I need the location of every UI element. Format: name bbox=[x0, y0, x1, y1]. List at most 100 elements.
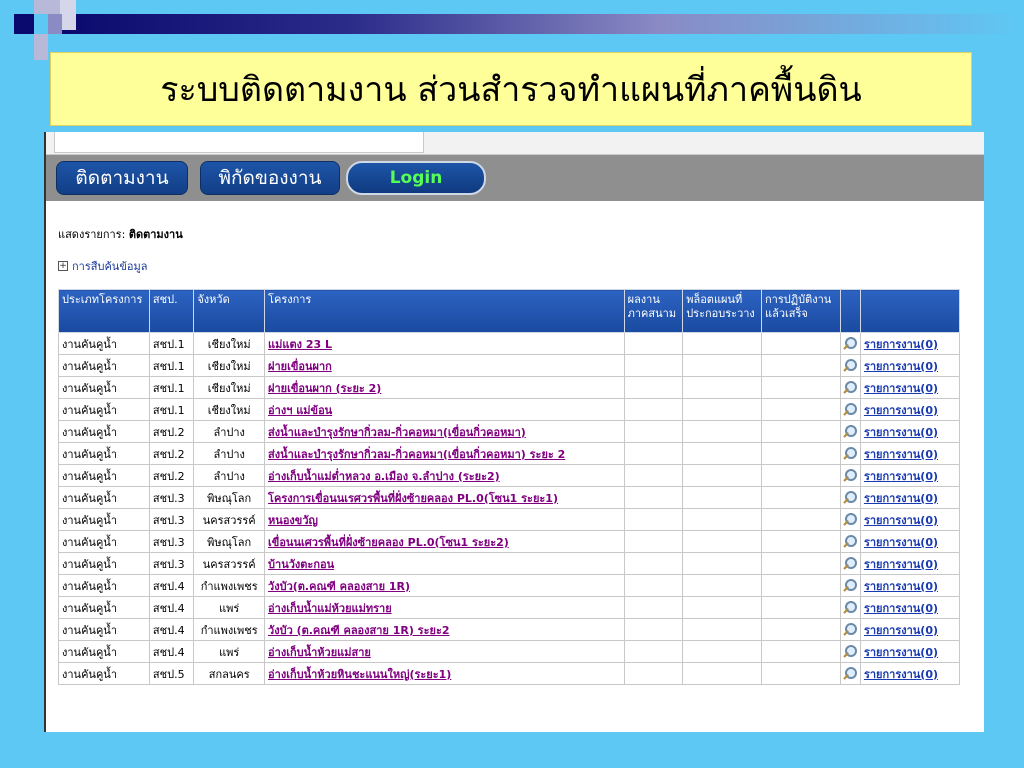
cell-project: อ่างเก็บน้ำแม่ห้วยแม่ทราย bbox=[264, 596, 625, 619]
cell-province: ลำปาง bbox=[193, 420, 266, 443]
magnifier-icon[interactable] bbox=[843, 666, 858, 681]
project-link[interactable]: อ่างเก็บน้ำแม่ต่ำหลวง อ.เมือง จ.ลำปาง (ร… bbox=[268, 470, 500, 483]
magnifier-icon[interactable] bbox=[843, 644, 858, 659]
report-link[interactable]: รายการงาน(0) bbox=[864, 338, 938, 351]
cell-report: รายการงาน(0) bbox=[859, 574, 961, 597]
project-link[interactable]: อ่างเก็บน้ำห้วยแม่สาย bbox=[268, 646, 371, 659]
project-link[interactable]: อ่างเก็บน้ำแม่ห้วยแม่ทราย bbox=[268, 602, 392, 615]
decor-square bbox=[34, 34, 48, 60]
cell-project: บ้านวังตะกอน bbox=[264, 552, 625, 575]
cell-plot bbox=[682, 376, 762, 399]
magnifier-icon[interactable] bbox=[843, 578, 858, 593]
project-table: ประเภทโครงการ สชป. จังหวัด โครงการ ผลงาน… bbox=[58, 289, 961, 685]
col-header-done[interactable]: การปฏิบัติงาน แล้วเสร็จ bbox=[760, 289, 841, 333]
project-link[interactable]: หนองขวัญ bbox=[268, 514, 318, 527]
col-header-field[interactable]: ผลงาน ภาคสนาม bbox=[623, 289, 684, 333]
project-link[interactable]: วังบัว(ต.คณฑี คลองสาย 1R) bbox=[268, 580, 410, 593]
slide-title-box: ระบบติดตามงาน ส่วนสำรวจทำแผนที่ภาคพื้นดิ… bbox=[50, 52, 972, 126]
magnifier-icon[interactable] bbox=[843, 512, 858, 527]
magnifier-icon[interactable] bbox=[843, 534, 858, 549]
report-link[interactable]: รายการงาน(0) bbox=[864, 558, 938, 571]
col-header-office[interactable]: สชป. bbox=[148, 289, 195, 333]
cell-field bbox=[623, 640, 684, 663]
project-link[interactable]: แม่แตง 23 L bbox=[268, 338, 332, 351]
cell-report: รายการงาน(0) bbox=[859, 354, 961, 377]
table-row: งานคันคูน้ำ สชป.2 ลำปาง อ่างเก็บน้ำแม่ต่ำหล… bbox=[58, 464, 961, 487]
cell-view bbox=[839, 596, 861, 619]
expand-plus-icon[interactable]: + bbox=[58, 261, 68, 271]
project-link[interactable]: วังบัว (ต.คณฑี คลองสาย 1R) ระยะ2 bbox=[268, 624, 449, 637]
project-link[interactable]: โครงการเขื่อนนเรศวรพื้นที่ฝั่งซ้ายคลอง P… bbox=[268, 492, 558, 505]
report-link[interactable]: รายการงาน(0) bbox=[864, 492, 938, 505]
col-header-plot[interactable]: พล็อตแผนที่ ประกอบระวาง bbox=[682, 289, 762, 333]
report-link[interactable]: รายการงาน(0) bbox=[864, 470, 938, 483]
project-link[interactable]: ฝายเขื่อนผาก bbox=[268, 360, 332, 373]
cell-report: รายการงาน(0) bbox=[859, 486, 961, 509]
cell-field bbox=[623, 420, 684, 443]
report-link[interactable]: รายการงาน(0) bbox=[864, 426, 938, 439]
cell-report: รายการงาน(0) bbox=[859, 508, 961, 531]
report-link[interactable]: รายการงาน(0) bbox=[864, 580, 938, 593]
cell-type: งานคันคูน้ำ bbox=[58, 574, 150, 597]
magnifier-icon[interactable] bbox=[843, 380, 858, 395]
cell-office: สชป.4 bbox=[148, 640, 195, 663]
report-link[interactable]: รายการงาน(0) bbox=[864, 536, 938, 549]
cell-plot bbox=[682, 508, 762, 531]
report-link[interactable]: รายการงาน(0) bbox=[864, 448, 938, 461]
cell-type: งานคันคูน้ำ bbox=[58, 596, 150, 619]
cell-field bbox=[623, 618, 684, 641]
cell-view bbox=[839, 464, 861, 487]
project-link[interactable]: ส่งน้ำและบำรุงรักษากิ่วลม-กิ่วคอหมา(เขื่… bbox=[268, 448, 565, 461]
table-row: งานคันคูน้ำ สชป.4 กำแพงเพชร วังบัว (ต.คณฑี … bbox=[58, 618, 961, 641]
cell-view bbox=[839, 332, 861, 355]
search-toggle[interactable]: + การสืบค้นข้อมูล bbox=[58, 257, 972, 275]
magnifier-icon[interactable] bbox=[843, 336, 858, 351]
report-link[interactable]: รายการงาน(0) bbox=[864, 514, 938, 527]
cell-project: ฝายเขื่อนผาก (ระยะ 2) bbox=[264, 376, 625, 399]
cell-province: แพร่ bbox=[193, 596, 266, 619]
cell-type: งานคันคูน้ำ bbox=[58, 442, 150, 465]
tab-coordinates[interactable]: พิกัดของงาน bbox=[200, 161, 340, 195]
login-button[interactable]: Login bbox=[346, 161, 486, 195]
project-link[interactable]: ส่งน้ำและบำรุงรักษากิ่วลม-กิ่วคอหมา(เขื่… bbox=[268, 426, 526, 439]
browser-tab[interactable] bbox=[54, 132, 424, 153]
report-link[interactable]: รายการงาน(0) bbox=[864, 646, 938, 659]
col-header-province[interactable]: จังหวัด bbox=[193, 289, 266, 333]
report-link[interactable]: รายการงาน(0) bbox=[864, 404, 938, 417]
tab-tracking[interactable]: ติดตามงาน bbox=[56, 161, 188, 195]
magnifier-icon[interactable] bbox=[843, 424, 858, 439]
report-link[interactable]: รายการงาน(0) bbox=[864, 382, 938, 395]
report-link[interactable]: รายการงาน(0) bbox=[864, 602, 938, 615]
magnifier-icon[interactable] bbox=[843, 402, 858, 417]
cell-done bbox=[760, 398, 841, 421]
report-link[interactable]: รายการงาน(0) bbox=[864, 668, 938, 681]
col-header-project[interactable]: โครงการ bbox=[264, 289, 625, 333]
magnifier-icon[interactable] bbox=[843, 600, 858, 615]
cell-province: กำแพงเพชร bbox=[193, 574, 266, 597]
project-link[interactable]: ฝายเขื่อนผาก (ระยะ 2) bbox=[268, 382, 381, 395]
magnifier-icon[interactable] bbox=[843, 622, 858, 637]
cell-done bbox=[760, 596, 841, 619]
magnifier-icon[interactable] bbox=[843, 490, 858, 505]
cell-field bbox=[623, 442, 684, 465]
col-header-type[interactable]: ประเภทโครงการ bbox=[58, 289, 150, 333]
project-link[interactable]: บ้านวังตะกอน bbox=[268, 558, 334, 571]
project-link[interactable]: อ่างเก็บน้ำห้วยหินชะแนนใหญ่(ระยะ1) bbox=[268, 668, 451, 681]
cell-project: อ่างเก็บน้ำห้วยหินชะแนนใหญ่(ระยะ1) bbox=[264, 662, 625, 685]
magnifier-icon[interactable] bbox=[843, 446, 858, 461]
slide-title: ระบบติดตามงาน ส่วนสำรวจทำแผนที่ภาคพื้นดิ… bbox=[160, 70, 862, 110]
breadcrumb-label: แสดงรายการ: bbox=[58, 228, 126, 241]
cell-report: รายการงาน(0) bbox=[859, 442, 961, 465]
cell-view bbox=[839, 420, 861, 443]
project-link[interactable]: อ่างฯ แม่ข้อน bbox=[268, 404, 332, 417]
cell-report: รายการงาน(0) bbox=[859, 530, 961, 553]
magnifier-icon[interactable] bbox=[843, 358, 858, 373]
report-link[interactable]: รายการงาน(0) bbox=[864, 360, 938, 373]
cell-done bbox=[760, 618, 841, 641]
magnifier-icon[interactable] bbox=[843, 468, 858, 483]
cell-plot bbox=[682, 662, 762, 685]
magnifier-icon[interactable] bbox=[843, 556, 858, 571]
report-link[interactable]: รายการงาน(0) bbox=[864, 624, 938, 637]
cell-report: รายการงาน(0) bbox=[859, 332, 961, 355]
project-link[interactable]: เขื่อนนเศวรพื้นที่ฝั่งซ้ายคลอง PL.0(โซน1… bbox=[268, 536, 509, 549]
